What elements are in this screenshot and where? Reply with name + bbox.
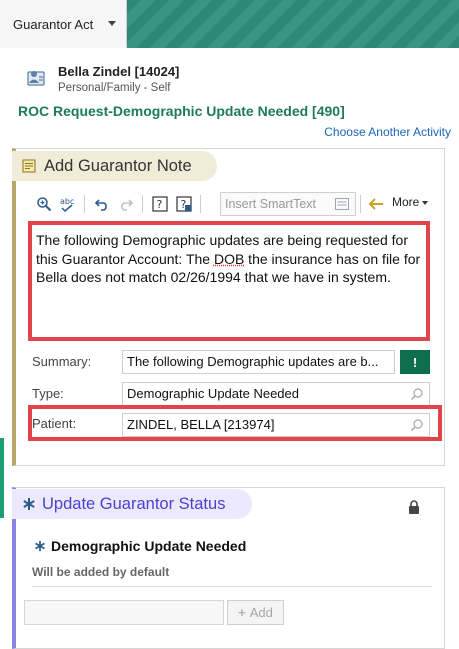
spellcheck-icon[interactable]: abc <box>58 195 78 213</box>
smartphrase-help-icon[interactable]: ? <box>174 195 194 213</box>
undo-icon[interactable] <box>92 195 112 213</box>
note-text-flagged-word: DOB <box>213 250 245 267</box>
smarttext-list-icon[interactable] <box>335 198 349 210</box>
summary-alert-button[interactable]: ! <box>400 350 430 374</box>
status-divider <box>32 586 432 587</box>
status-item: Demographic Update Needed <box>34 538 246 554</box>
add-status-button[interactable]: + Add <box>227 600 284 625</box>
note-editor-toolbar: abc ? ? Insert SmartText More <box>30 191 440 217</box>
toolbar-divider <box>200 195 201 213</box>
toolbar-divider <box>142 195 143 213</box>
lock-icon <box>409 500 419 514</box>
note-text-area[interactable]: The following Demographic updates are be… <box>28 221 430 341</box>
activity-title: ROC Request-Demographic Update Needed [4… <box>18 103 345 119</box>
status-panel-title: Update Guarantor Status <box>42 494 226 513</box>
status-item-label: Demographic Update Needed <box>51 538 247 554</box>
patient-relationship: Personal/Family - Self <box>58 82 171 94</box>
insert-smarttext-field[interactable]: Insert SmartText <box>220 192 356 216</box>
smarttext-placeholder: Insert SmartText <box>225 197 316 211</box>
activity-tab-bar: Guarantor Act <box>0 0 459 48</box>
summary-label: Summary: <box>32 354 92 369</box>
patient-label: Patient: <box>32 416 77 431</box>
svg-text:?: ? <box>157 198 163 211</box>
search-icon[interactable] <box>410 387 424 401</box>
status-item-subtext: Will be added by default <box>32 565 170 579</box>
help-icon[interactable]: ? <box>150 195 170 213</box>
tab-dropdown-caret-icon[interactable] <box>108 21 116 26</box>
patient-card-icon <box>27 71 45 86</box>
toolbar-divider <box>360 195 361 213</box>
redo-icon[interactable] <box>116 195 136 213</box>
type-field[interactable]: Demographic Update Needed <box>122 382 430 406</box>
status-add-input[interactable] <box>24 600 224 625</box>
left-edge-marker <box>0 438 4 518</box>
type-label: Type: <box>32 386 64 401</box>
add-guarantor-note-panel: Add Guarantor Note abc ? ? Insert SmartT… <box>12 148 445 466</box>
patient-field[interactable]: ZINDEL, BELLA [213974] <box>122 413 430 437</box>
note-icon <box>22 159 36 173</box>
patient-name: Bella Zindel [14024] <box>58 64 180 79</box>
note-panel-header: Add Guarantor Note <box>12 151 217 181</box>
toolbar-divider <box>84 195 85 213</box>
plus-icon: + <box>238 605 246 620</box>
note-panel-title: Add Guarantor Note <box>44 156 192 175</box>
more-label: More <box>392 195 420 209</box>
more-menu-button[interactable]: More <box>392 195 429 209</box>
insert-arrow-icon[interactable] <box>366 195 386 213</box>
patient-value: ZINDEL, BELLA [213974] <box>127 417 275 432</box>
tab-guarantor-activity[interactable]: Guarantor Act <box>0 0 127 48</box>
add-button-label: Add <box>249 605 273 620</box>
type-value: Demographic Update Needed <box>127 386 299 401</box>
choose-another-activity-link[interactable]: Choose Another Activity <box>324 125 451 139</box>
search-icon[interactable] <box>410 418 424 432</box>
update-guarantor-status-panel: Update Guarantor Status Demographic Upda… <box>12 487 445 649</box>
svg-text:abc: abc <box>60 197 74 206</box>
status-panel-header: Update Guarantor Status <box>12 489 252 519</box>
zoom-icon[interactable] <box>34 195 54 213</box>
summary-field[interactable]: The following Demographic updates are b.… <box>122 350 395 374</box>
asterisk-icon <box>35 540 45 552</box>
more-caret-icon <box>422 200 429 205</box>
asterisk-icon <box>23 498 35 510</box>
tab-label: Guarantor Act <box>13 16 94 32</box>
